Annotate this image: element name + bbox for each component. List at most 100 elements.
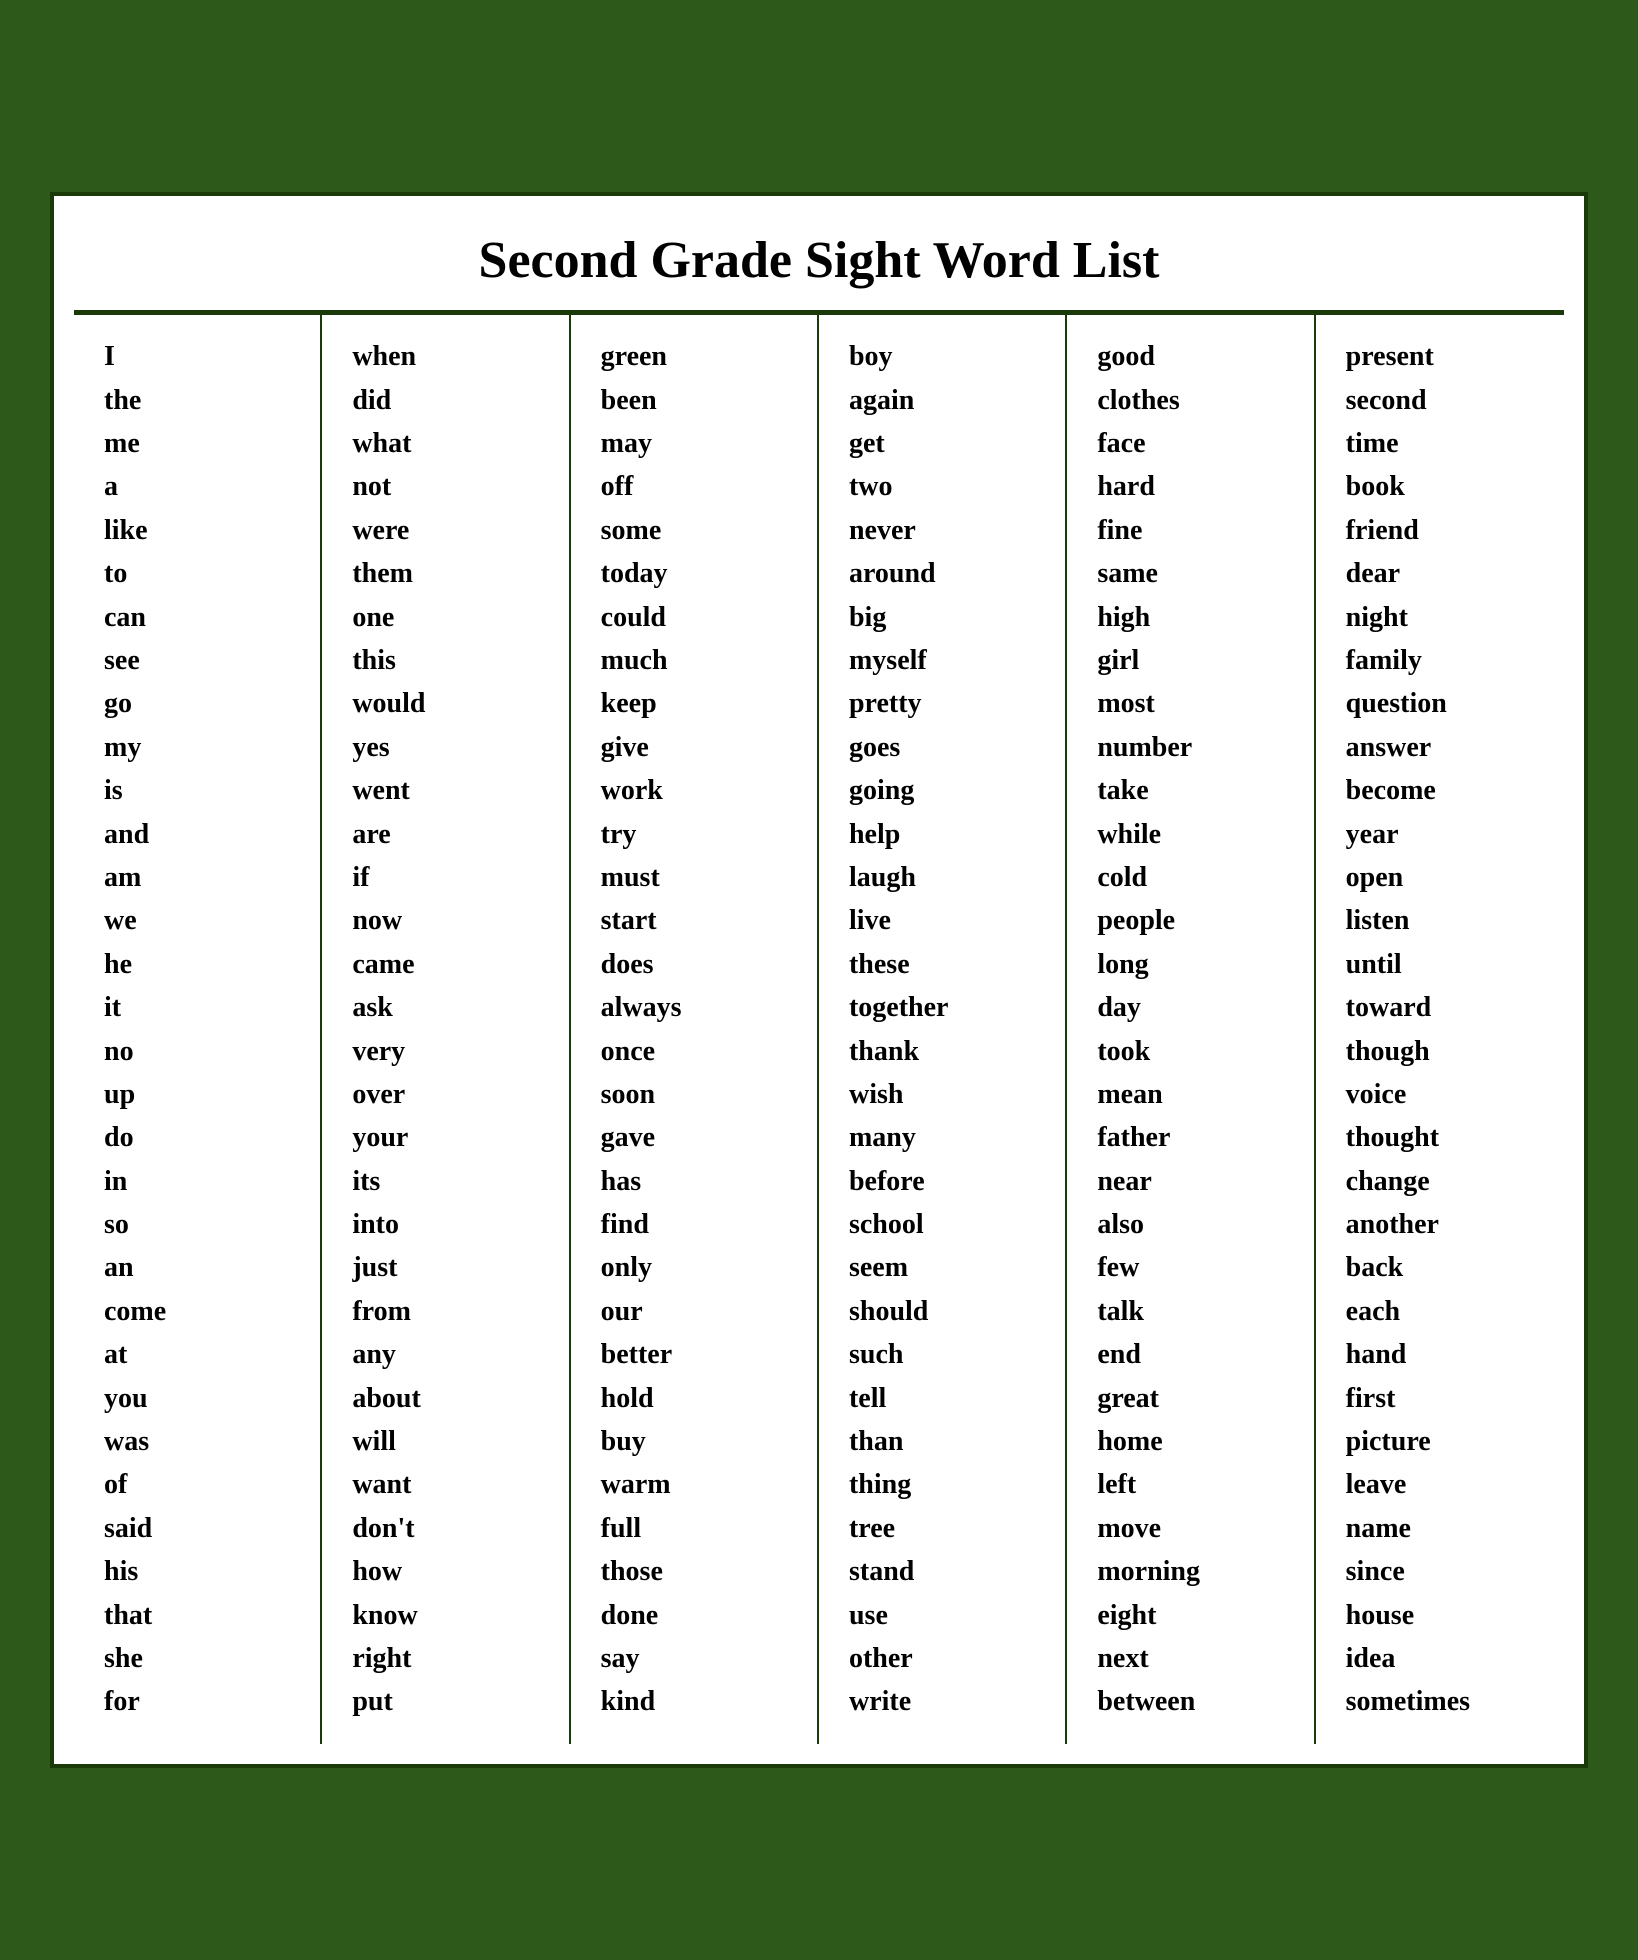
word-column-3: greenbeenmayoffsometodaycouldmuchkeepgiv… — [571, 315, 819, 1744]
word-item: start — [601, 899, 797, 942]
word-item: when — [352, 335, 548, 378]
word-item: than — [849, 1420, 1045, 1463]
word-item: picture — [1346, 1420, 1544, 1463]
word-item: cold — [1097, 856, 1293, 899]
word-item: better — [601, 1333, 797, 1376]
word-item: his — [104, 1550, 300, 1593]
word-item: to — [104, 552, 300, 595]
word-item: been — [601, 379, 797, 422]
word-item: not — [352, 465, 548, 508]
word-item: much — [601, 639, 797, 682]
word-item: together — [849, 986, 1045, 1029]
word-item: our — [601, 1290, 797, 1333]
word-item: name — [1346, 1507, 1544, 1550]
word-item: big — [849, 596, 1045, 639]
words-grid: Ithemealiketocanseegomyisandamweheitnoup… — [74, 313, 1564, 1744]
word-item: do — [104, 1116, 300, 1159]
word-item: laugh — [849, 856, 1045, 899]
word-item: try — [601, 813, 797, 856]
word-item: those — [601, 1550, 797, 1593]
word-item: for — [104, 1680, 300, 1723]
word-item: house — [1346, 1594, 1544, 1637]
word-item: school — [849, 1203, 1045, 1246]
word-item: would — [352, 682, 548, 725]
word-item: warm — [601, 1463, 797, 1506]
word-item: me — [104, 422, 300, 465]
word-item: present — [1346, 335, 1544, 378]
word-item: thought — [1346, 1116, 1544, 1159]
word-item: this — [352, 639, 548, 682]
word-item: no — [104, 1030, 300, 1073]
word-item: hold — [601, 1377, 797, 1420]
word-item: off — [601, 465, 797, 508]
word-item: each — [1346, 1290, 1544, 1333]
word-item: back — [1346, 1246, 1544, 1289]
word-item: write — [849, 1680, 1045, 1723]
word-item: go — [104, 682, 300, 725]
word-item: soon — [601, 1073, 797, 1116]
word-item: father — [1097, 1116, 1293, 1159]
word-item: leave — [1346, 1463, 1544, 1506]
word-item: year — [1346, 813, 1544, 856]
word-item: toward — [1346, 986, 1544, 1029]
word-item: since — [1346, 1550, 1544, 1593]
word-item: only — [601, 1246, 797, 1289]
word-item: near — [1097, 1160, 1293, 1203]
word-item: get — [849, 422, 1045, 465]
word-item: once — [601, 1030, 797, 1073]
word-item: again — [849, 379, 1045, 422]
word-item: keep — [601, 682, 797, 725]
word-item: work — [601, 769, 797, 812]
word-item: between — [1097, 1680, 1293, 1723]
word-item: buy — [601, 1420, 797, 1463]
word-item: move — [1097, 1507, 1293, 1550]
word-item: two — [849, 465, 1045, 508]
word-item: said — [104, 1507, 300, 1550]
word-item: know — [352, 1594, 548, 1637]
word-item: tree — [849, 1507, 1045, 1550]
word-item: give — [601, 726, 797, 769]
word-item: voice — [1346, 1073, 1544, 1116]
word-item: like — [104, 509, 300, 552]
word-item: want — [352, 1463, 548, 1506]
word-item: while — [1097, 813, 1293, 856]
word-item: was — [104, 1420, 300, 1463]
word-item: mean — [1097, 1073, 1293, 1116]
word-item: family — [1346, 639, 1544, 682]
word-item: friend — [1346, 509, 1544, 552]
word-item: other — [849, 1637, 1045, 1680]
word-item: done — [601, 1594, 797, 1637]
word-item: about — [352, 1377, 548, 1420]
word-item: today — [601, 552, 797, 595]
word-item: thank — [849, 1030, 1045, 1073]
word-column-1: Ithemealiketocanseegomyisandamweheitnoup… — [74, 315, 322, 1744]
page-container: Second Grade Sight Word List Ithemealike… — [20, 20, 1618, 1940]
word-item: does — [601, 943, 797, 986]
page-title: Second Grade Sight Word List — [84, 231, 1554, 290]
word-item: should — [849, 1290, 1045, 1333]
word-item: how — [352, 1550, 548, 1593]
word-item: long — [1097, 943, 1293, 986]
word-item: live — [849, 899, 1045, 942]
word-item: gave — [601, 1116, 797, 1159]
word-item: she — [104, 1637, 300, 1680]
word-item: what — [352, 422, 548, 465]
word-item: change — [1346, 1160, 1544, 1203]
word-item: become — [1346, 769, 1544, 812]
word-item: full — [601, 1507, 797, 1550]
word-item: pretty — [849, 682, 1045, 725]
word-item: could — [601, 596, 797, 639]
word-item: home — [1097, 1420, 1293, 1463]
word-item: green — [601, 335, 797, 378]
word-item: people — [1097, 899, 1293, 942]
word-item: came — [352, 943, 548, 986]
word-item: an — [104, 1246, 300, 1289]
word-column-4: boyagaingettwoneveraroundbigmyselfpretty… — [819, 315, 1067, 1744]
word-item: fine — [1097, 509, 1293, 552]
word-item: its — [352, 1160, 548, 1203]
word-item: now — [352, 899, 548, 942]
word-item: must — [601, 856, 797, 899]
word-item: I — [104, 335, 300, 378]
word-item: so — [104, 1203, 300, 1246]
word-item: many — [849, 1116, 1045, 1159]
